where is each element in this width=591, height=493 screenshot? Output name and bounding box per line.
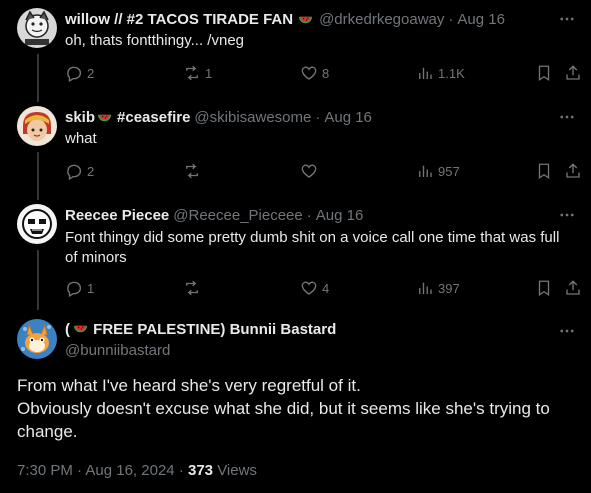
bookmark-button[interactable] xyxy=(535,63,553,83)
tweet-actions: 2 1 8 1.1K xyxy=(0,63,591,83)
reply-button[interactable]: 1 xyxy=(65,278,94,298)
user-handle[interactable]: @Reecee_Pieceee xyxy=(173,207,302,224)
views-icon xyxy=(419,165,432,177)
reply-icon xyxy=(67,66,82,82)
tweet-full-date[interactable]: Aug 16, 2024 xyxy=(85,462,174,479)
repost-button[interactable] xyxy=(183,278,205,298)
main-avatar[interactable] xyxy=(17,319,57,359)
views-button[interactable]: 1.1K xyxy=(416,63,465,83)
views-icon xyxy=(419,67,432,79)
avatar-image xyxy=(17,204,57,244)
like-count: 4 xyxy=(322,280,330,296)
name-prefix: ( xyxy=(65,321,70,338)
views-count: 373 xyxy=(187,462,214,479)
share-icon xyxy=(566,280,580,295)
repost-icon xyxy=(186,280,198,296)
display-name[interactable]: Reecee Piecee xyxy=(65,207,169,224)
bookmark-button[interactable] xyxy=(535,278,553,298)
share-icon xyxy=(566,163,580,178)
avatar-image xyxy=(17,8,57,48)
repost-button[interactable]: 1 xyxy=(183,63,212,83)
reply-button[interactable]: 2 xyxy=(65,161,94,181)
tweet-3[interactable]: Reecee Piecee @Reecee_Pieceee · Aug 16 F… xyxy=(0,196,591,306)
tweet-date[interactable]: Aug 16 xyxy=(324,109,372,126)
main-text-line-2: Obviously doesn't excuse what she did, b… xyxy=(17,399,550,441)
bookmark-button[interactable] xyxy=(535,161,553,181)
avatar[interactable] xyxy=(17,8,57,48)
tweet-date[interactable]: Aug 16 xyxy=(457,11,505,28)
share-button[interactable] xyxy=(564,278,582,298)
main-tweet-meta: 7:30 PM · Aug 16, 2024 · 373 Views xyxy=(17,462,257,479)
repost-icon xyxy=(186,163,198,179)
display-name[interactable]: skib xyxy=(65,109,95,126)
views-button[interactable]: 957 xyxy=(416,161,460,181)
repost-button[interactable] xyxy=(183,161,205,181)
user-handle[interactable]: @skibisawesome xyxy=(194,109,311,126)
tweet-1[interactable]: willow // #2 TACOS TIRADE FAN @drkedrkeg… xyxy=(0,0,591,98)
share-icon xyxy=(566,65,580,80)
tweet-header: willow // #2 TACOS TIRADE FAN @drkedrkeg… xyxy=(65,9,505,29)
display-name-suffix: #ceasefire xyxy=(117,108,191,126)
reply-icon xyxy=(67,281,82,297)
main-display-name[interactable]: ( FREE PALESTINE) Bunnii Bastard xyxy=(65,321,336,338)
repost-count: 1 xyxy=(205,65,213,81)
separator: · xyxy=(178,462,184,479)
name-rest: FREE PALESTINE) Bunnii Bastard xyxy=(89,321,337,338)
main-tweet-text: From what I've heard she's very regretfu… xyxy=(17,374,577,443)
separator: · xyxy=(77,462,83,479)
avatar-image xyxy=(17,319,57,359)
like-button[interactable]: 8 xyxy=(300,63,329,83)
more-icon[interactable] xyxy=(557,107,577,127)
tweet-time[interactable]: 7:30 PM xyxy=(17,462,73,479)
like-icon xyxy=(301,281,317,295)
reply-button[interactable]: 2 xyxy=(65,63,94,83)
watermelon-icon xyxy=(97,114,112,121)
avatar-image xyxy=(17,106,57,146)
main-user-handle[interactable]: @bunniibastard xyxy=(65,342,170,359)
tweet-header: Reecee Piecee @Reecee_Pieceee · Aug 16 xyxy=(65,205,363,225)
display-name[interactable]: willow // #2 TACOS TIRADE FAN xyxy=(65,11,293,28)
like-count: 8 xyxy=(322,65,330,81)
repost-icon xyxy=(186,65,198,81)
views-count: 397 xyxy=(438,280,460,296)
reply-count: 2 xyxy=(87,65,95,81)
bookmark-icon xyxy=(538,65,550,82)
tweet-text: Font thingy did some pretty dumb shit on… xyxy=(65,229,560,266)
like-icon xyxy=(301,66,317,80)
tweet-text: oh, thats fontthingy... /vneg xyxy=(65,32,245,49)
views-count: 1.1K xyxy=(438,65,465,81)
views-icon xyxy=(419,282,432,294)
like-button[interactable] xyxy=(300,161,322,181)
tweet-actions: 1 4 397 xyxy=(0,278,591,298)
more-icon[interactable] xyxy=(557,205,577,225)
avatar[interactable] xyxy=(17,106,57,146)
reply-count: 1 xyxy=(87,280,95,296)
like-button[interactable]: 4 xyxy=(300,278,329,298)
reply-count: 2 xyxy=(87,163,95,179)
views-button[interactable]: 397 xyxy=(416,278,460,298)
share-button[interactable] xyxy=(564,63,582,83)
main-text-line-1: From what I've heard she's very regretfu… xyxy=(17,376,361,395)
tweet-text: what xyxy=(65,130,97,147)
more-icon[interactable] xyxy=(557,9,577,29)
bookmark-icon xyxy=(538,163,550,180)
tweet-header: skib #ceasefire @skibisawesome · Aug 16 xyxy=(65,107,372,127)
separator: · xyxy=(306,206,312,224)
views-count: 957 xyxy=(438,163,460,179)
bookmark-icon xyxy=(538,280,550,297)
tweet-actions: 2 957 xyxy=(0,161,591,181)
watermelon-icon xyxy=(73,325,88,333)
user-handle[interactable]: @drkedrkegoaway xyxy=(319,11,444,28)
views-label: Views xyxy=(217,462,257,479)
like-icon xyxy=(301,164,317,178)
separator: · xyxy=(448,10,454,28)
tweet-2[interactable]: skib #ceasefire @skibisawesome · Aug 16 … xyxy=(0,98,591,196)
watermelon-icon xyxy=(299,16,313,23)
avatar[interactable] xyxy=(17,204,57,244)
more-icon[interactable] xyxy=(557,321,577,341)
separator: · xyxy=(315,108,321,126)
share-button[interactable] xyxy=(564,161,582,181)
reply-icon xyxy=(67,164,82,180)
tweet-date[interactable]: Aug 16 xyxy=(316,207,364,224)
